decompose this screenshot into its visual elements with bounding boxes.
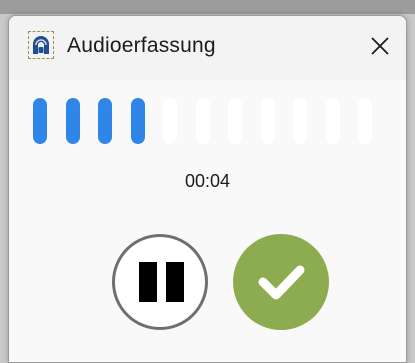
level-bar-inactive — [195, 98, 210, 144]
level-bar-inactive — [325, 98, 340, 144]
checkmark-icon — [258, 265, 305, 300]
level-bar-active — [33, 98, 47, 144]
audio-capture-dialog: Audioerfassung 00:04 — [8, 15, 407, 363]
pause-button[interactable] — [112, 234, 208, 330]
audio-recorder-app-icon — [28, 31, 54, 59]
elapsed-time: 00:04 — [184, 171, 231, 191]
level-bar-inactive — [228, 98, 242, 144]
level-bar-inactive — [163, 98, 177, 144]
close-button[interactable] — [362, 28, 398, 64]
level-bar-inactive — [260, 98, 275, 144]
title-bar: Audioerfassung — [9, 16, 406, 80]
audio-level-meter — [33, 98, 393, 146]
confirm-button[interactable] — [233, 234, 329, 330]
close-icon — [371, 37, 389, 55]
level-bar-active — [65, 98, 80, 144]
level-bar-active — [130, 98, 145, 144]
level-bar-active — [98, 98, 112, 144]
level-bar-inactive — [293, 98, 307, 144]
level-bar-inactive — [358, 98, 372, 144]
window-title: Audioerfassung — [67, 34, 216, 57]
recorder-panel: 00:04 — [9, 80, 406, 362]
